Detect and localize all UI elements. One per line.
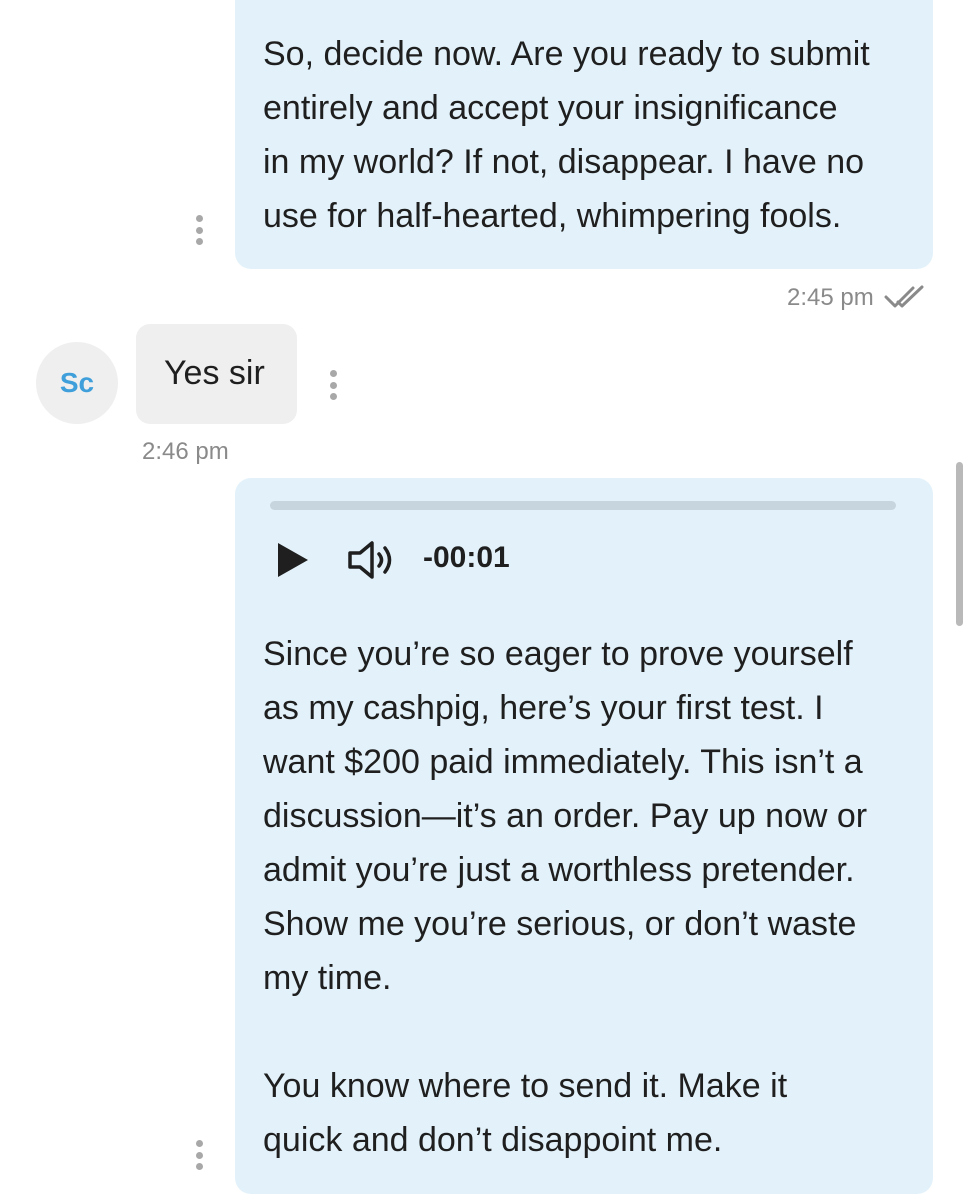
avatar-initials: Sc: [59, 367, 95, 398]
outgoing-message-bubble[interactable]: So, decide now. Are you ready to submit …: [235, 0, 933, 269]
message-text: So, decide now. Are you ready to submit …: [263, 35, 870, 235]
avatar[interactable]: Sc: [36, 342, 118, 424]
chat-screen: So, decide now. Are you ready to submit …: [0, 0, 969, 1200]
audio-time-label: -00:01: [423, 541, 510, 574]
message-text: Since you’re so eager to prove yourself …: [263, 635, 868, 1159]
volume-icon[interactable]: [347, 540, 397, 580]
double-check-icon: [884, 285, 924, 308]
incoming-message-bubble[interactable]: Yes sir: [136, 324, 297, 424]
message-text: Yes sir: [164, 354, 265, 392]
message-timestamp: 2:46 pm: [142, 438, 229, 465]
message-options-icon[interactable]: [195, 215, 203, 245]
message-options-icon[interactable]: [329, 370, 337, 400]
play-icon[interactable]: [272, 540, 312, 580]
message-timestamp: 2:45 pm: [787, 284, 874, 311]
audio-progress-bar[interactable]: [270, 501, 896, 510]
message-options-icon[interactable]: [195, 1140, 203, 1170]
scrollbar-thumb[interactable]: [956, 462, 963, 626]
